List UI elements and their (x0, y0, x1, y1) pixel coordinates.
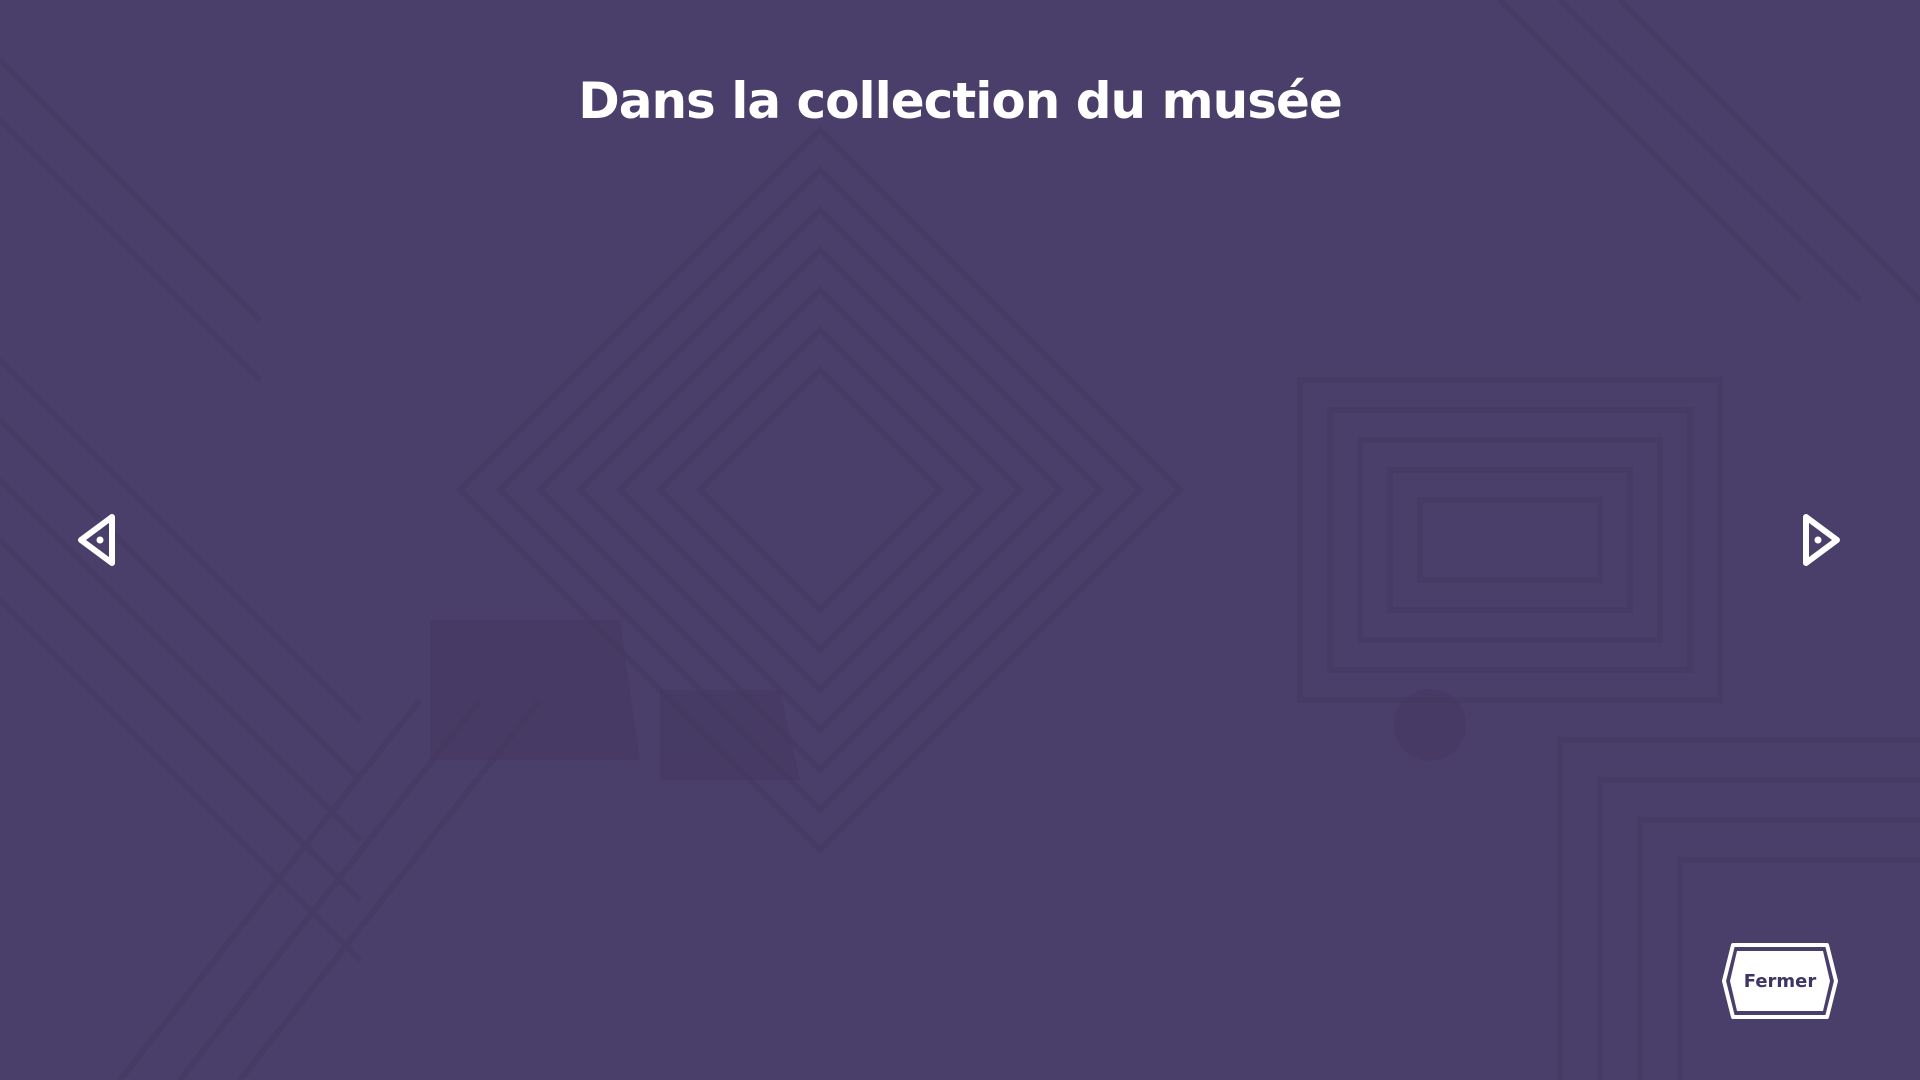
close-button[interactable]: Fermer (1721, 941, 1839, 1021)
triangle-left-icon (78, 514, 115, 566)
triangle-right-icon (1803, 514, 1840, 566)
close-button-label: Fermer (1743, 970, 1817, 992)
previous-button[interactable] (74, 512, 122, 568)
next-button[interactable] (1796, 512, 1844, 568)
background-pattern (0, 0, 1920, 1080)
page-title: Dans la collection du musée (578, 72, 1343, 130)
